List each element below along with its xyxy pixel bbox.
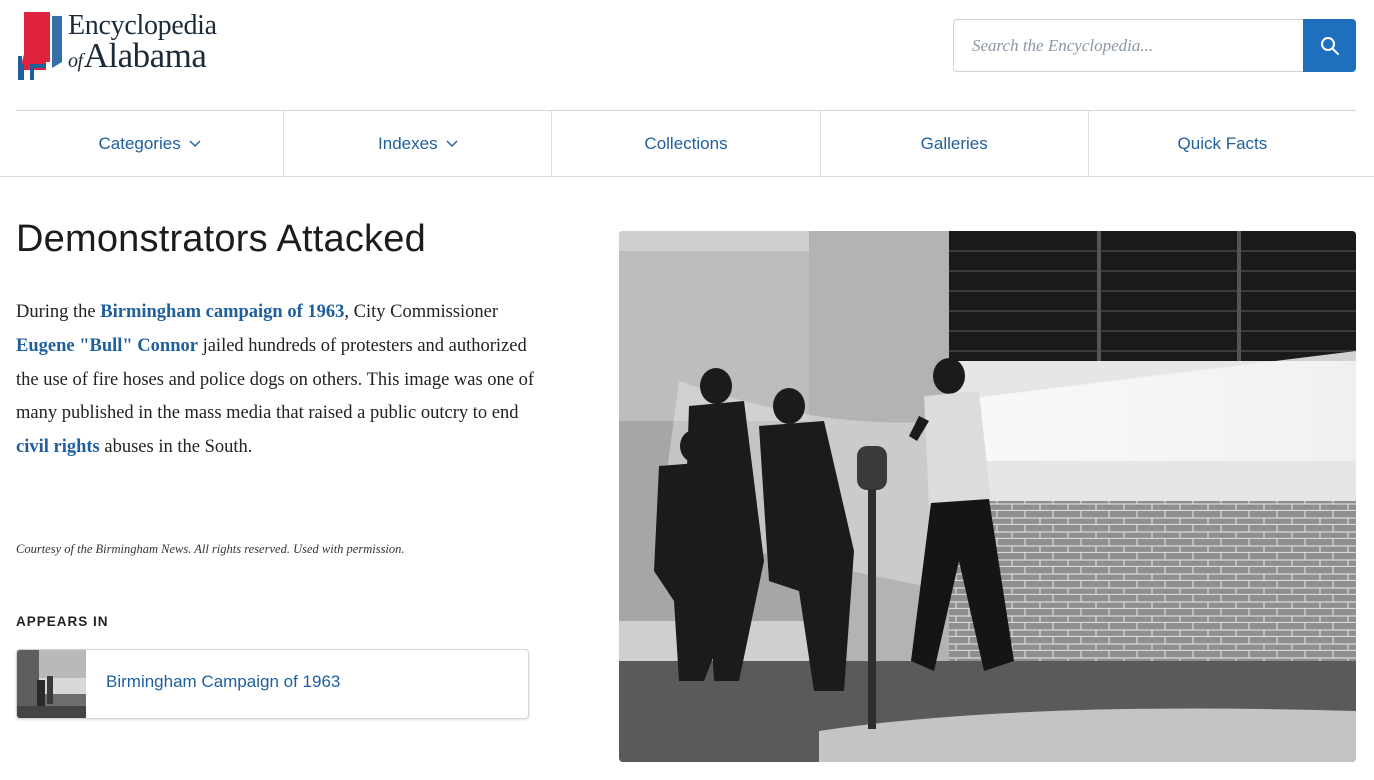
image-credit: Courtesy of the Birmingham News. All rig…: [16, 542, 405, 556]
nav-item-collections[interactable]: Collections: [551, 111, 819, 176]
demonstrators-photo[interactable]: [619, 231, 1356, 762]
nav-item-quick-facts[interactable]: Quick Facts: [1087, 111, 1356, 176]
link-birmingham-campaign[interactable]: Birmingham campaign of 1963: [100, 302, 344, 322]
logo-wordmark: Encyclopedia ofAlabama: [68, 12, 217, 78]
nav-item-label: Categories: [98, 133, 181, 153]
link-eugene-bull-connor[interactable]: Eugene "Bull" Connor: [16, 336, 198, 356]
nav-items: Categories Indexes Collections Galleries…: [16, 111, 1356, 176]
alabama-logo-icon: [18, 12, 62, 80]
nav-item-label: Indexes: [378, 133, 438, 153]
appears-in-card[interactable]: Birmingham Campaign of 1963: [16, 649, 529, 719]
desc-text: , City Commissioner: [344, 302, 499, 322]
logo-line-alabama: ofAlabama: [68, 36, 217, 78]
nav-item-label: Collections: [644, 133, 728, 153]
site-header: Encyclopedia ofAlabama: [0, 0, 1374, 110]
search-icon: [1320, 36, 1339, 55]
logo-of: of: [68, 50, 83, 72]
nav-item-indexes[interactable]: Indexes: [283, 111, 551, 176]
search-button[interactable]: [1303, 19, 1356, 72]
desc-text: abuses in the South.: [99, 437, 253, 458]
nav-item-label: Galleries: [920, 133, 988, 153]
appears-in-card-title: Birmingham Campaign of 1963: [106, 672, 341, 691]
nav-item-categories[interactable]: Categories: [16, 111, 283, 176]
nav-item-label: Quick Facts: [1177, 133, 1268, 153]
article-thumbnail: [17, 650, 86, 718]
chevron-down-icon: [189, 140, 201, 148]
link-civil-rights[interactable]: civil rights: [16, 437, 100, 457]
page-title: Demonstrators Attacked: [16, 218, 426, 260]
image-description: During the Birmingham campaign of 1963, …: [16, 296, 536, 465]
search-form: [953, 19, 1356, 72]
appears-in-heading: APPEARS IN: [16, 614, 109, 629]
main-nav: Categories Indexes Collections Galleries…: [0, 110, 1374, 177]
search-input[interactable]: [953, 19, 1303, 72]
site-logo[interactable]: Encyclopedia ofAlabama: [16, 10, 217, 82]
logo-alabama: Alabama: [83, 36, 207, 75]
nav-item-galleries[interactable]: Galleries: [819, 111, 1088, 176]
chevron-down-icon: [446, 140, 458, 148]
desc-text: During the: [16, 302, 101, 322]
